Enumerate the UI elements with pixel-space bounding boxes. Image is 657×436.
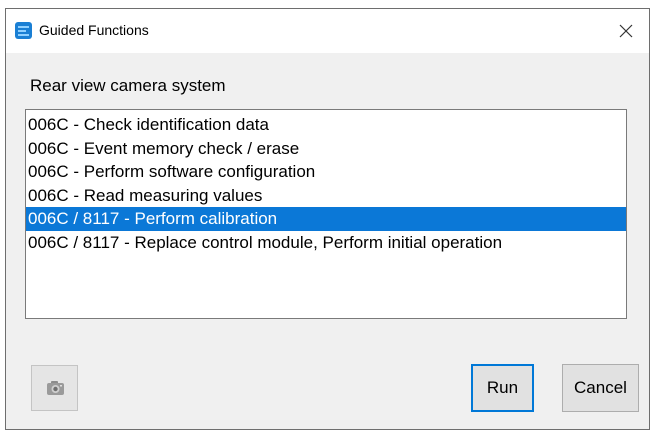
list-item-selected[interactable]: 006C / 8117 - Perform calibration: [26, 207, 626, 231]
function-listbox[interactable]: 006C - Check identification data 006C - …: [25, 109, 627, 319]
list-item[interactable]: 006C - Check identification data: [26, 113, 626, 137]
guided-functions-dialog: Guided Functions Rear view camera system…: [5, 8, 650, 430]
list-item[interactable]: 006C - Perform software configuration: [26, 160, 626, 184]
window-title: Guided Functions: [39, 22, 149, 38]
run-button[interactable]: Run: [471, 364, 534, 412]
list-item[interactable]: 006C / 8117 - Replace control module, Pe…: [26, 231, 626, 255]
close-icon: [619, 24, 633, 38]
system-heading: Rear view camera system: [30, 76, 226, 95]
camera-icon: [47, 381, 64, 395]
app-logo-icon: [15, 22, 32, 39]
cancel-button[interactable]: Cancel: [562, 364, 639, 412]
list-item[interactable]: 006C - Read measuring values: [26, 184, 626, 208]
list-item[interactable]: 006C - Event memory check / erase: [26, 137, 626, 161]
screenshot-button[interactable]: [31, 365, 78, 411]
close-button[interactable]: [603, 9, 649, 53]
title-bar[interactable]: Guided Functions: [6, 9, 649, 53]
